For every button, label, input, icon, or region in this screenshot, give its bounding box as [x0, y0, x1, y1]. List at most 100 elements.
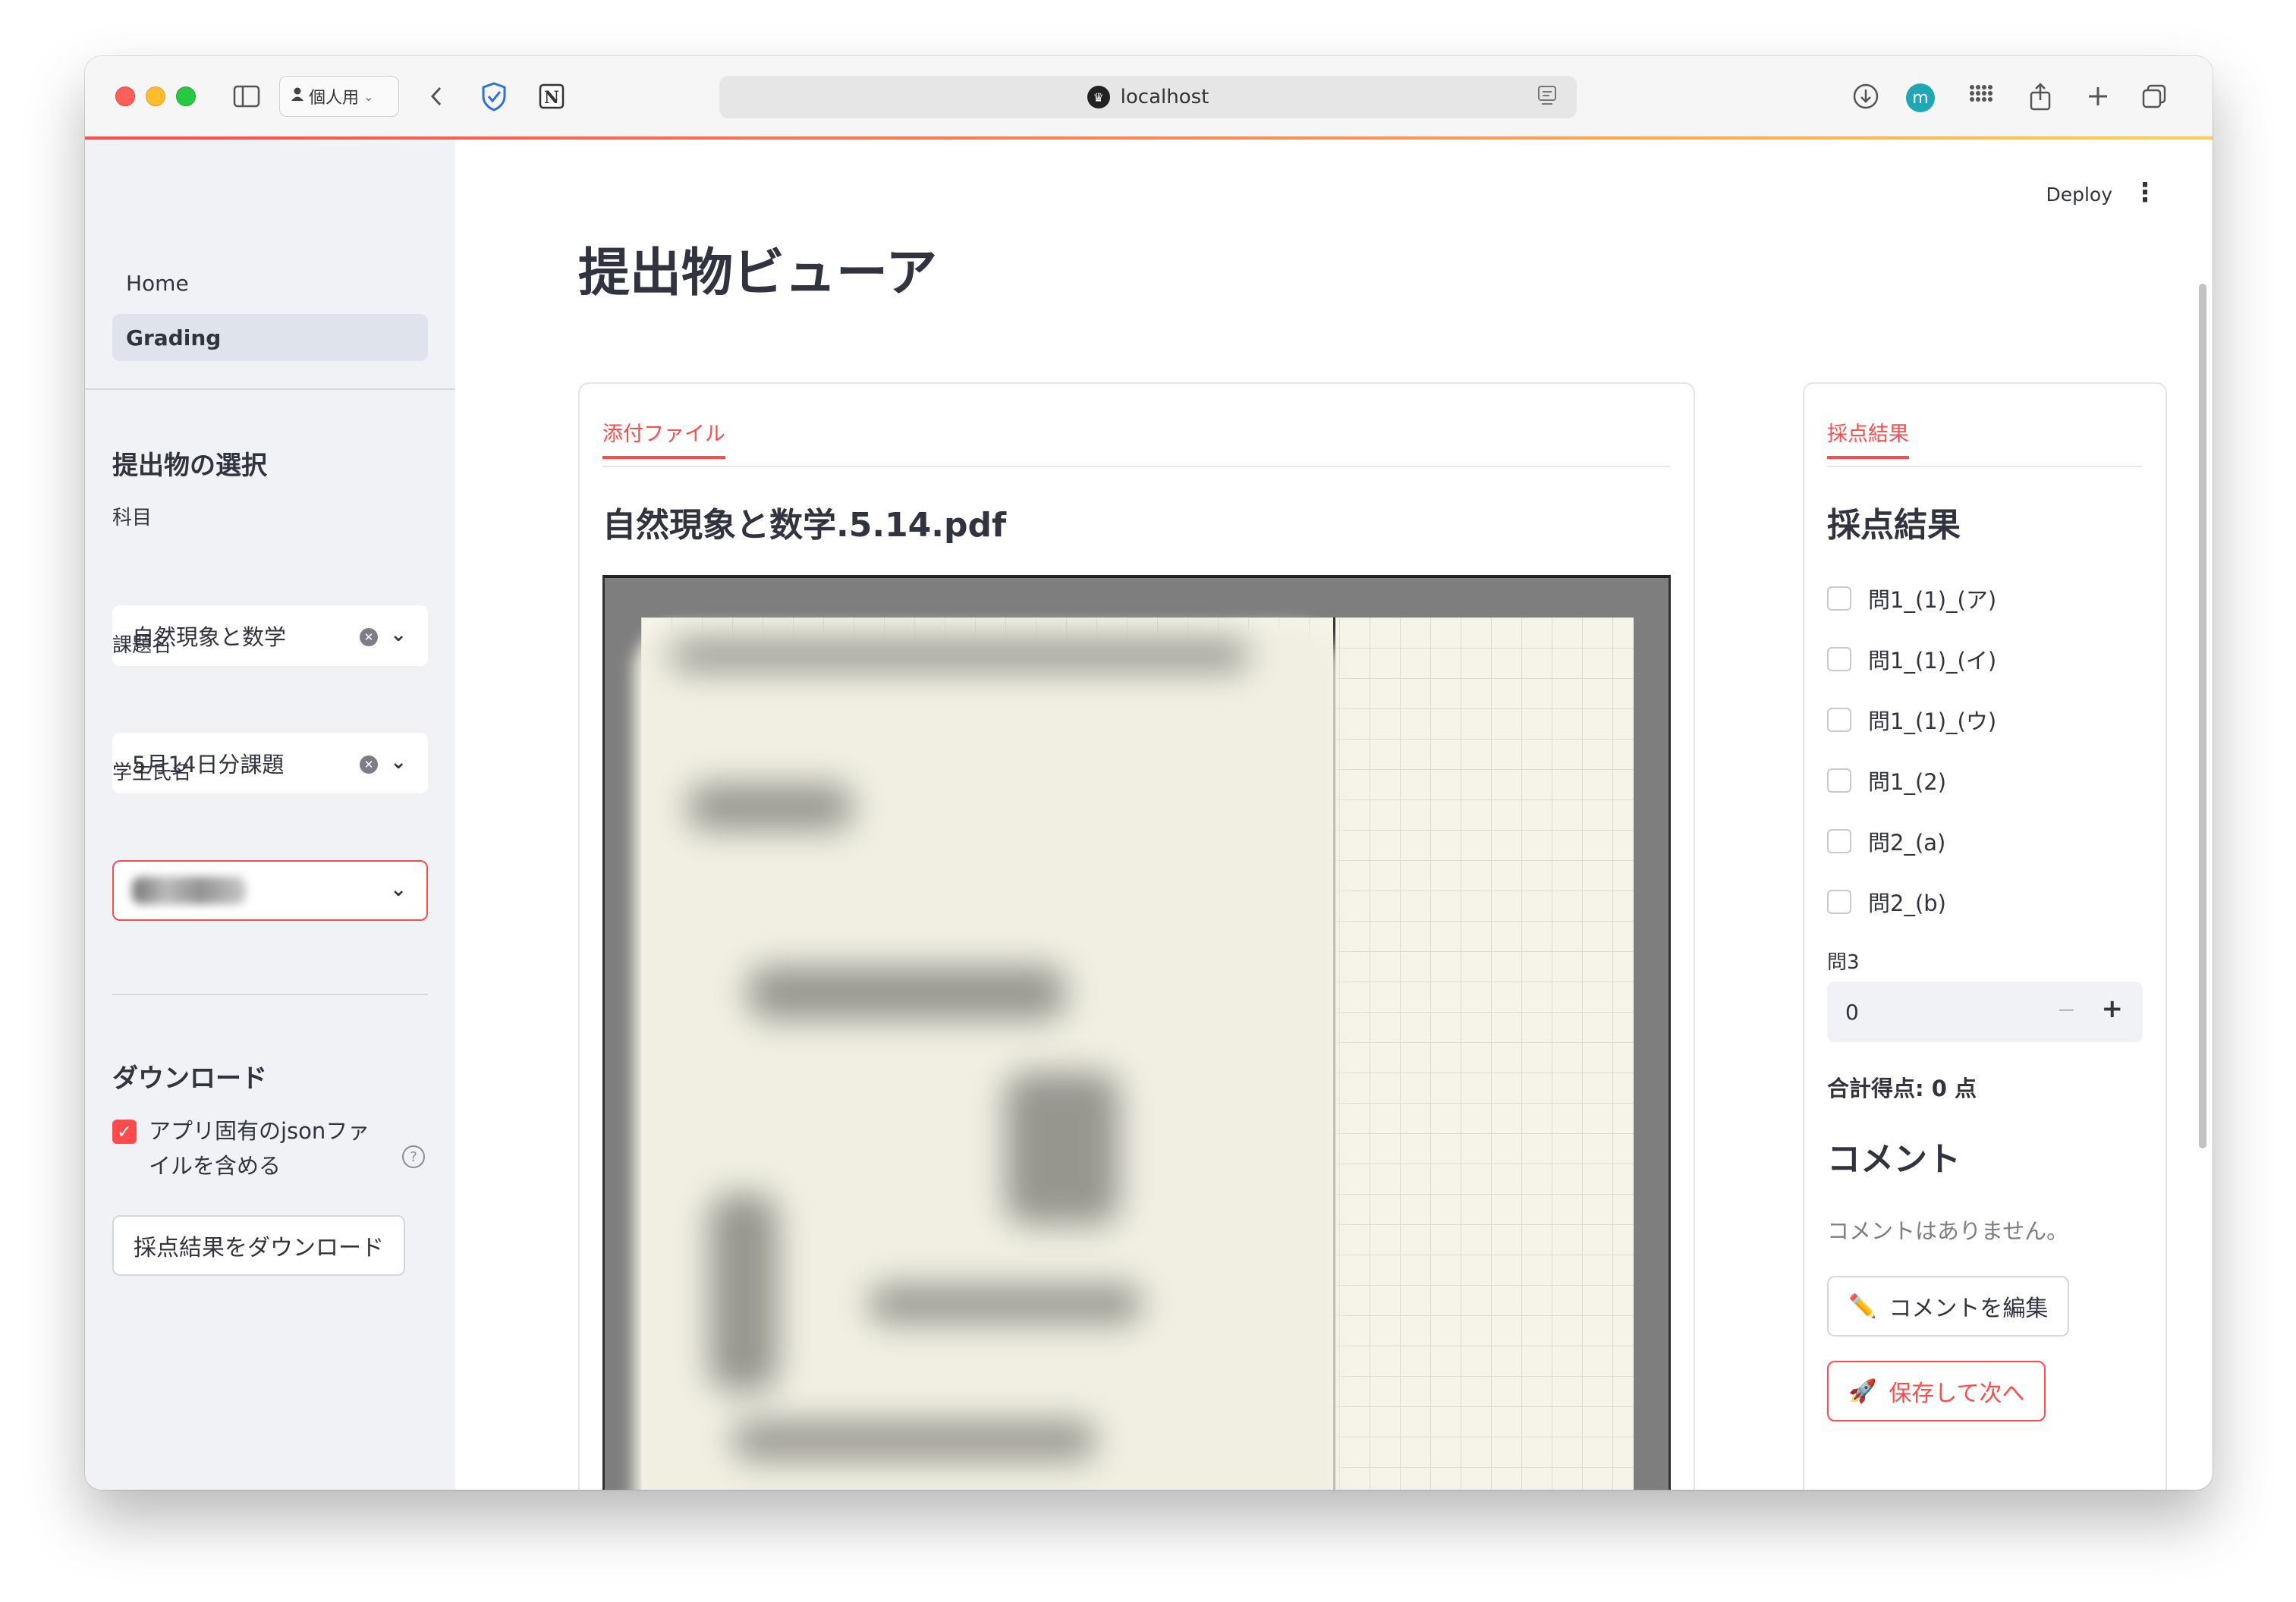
- tab-divider: [1827, 466, 2143, 467]
- increment-button[interactable]: +: [2102, 994, 2124, 1024]
- chevron-down-icon: ⌄: [363, 89, 374, 104]
- tab-grading[interactable]: 採点結果: [1827, 417, 1909, 459]
- sidebar-item-label: Grading: [126, 325, 222, 350]
- address-bar[interactable]: ♛ localhost: [719, 76, 1577, 118]
- blurred-ink: [869, 1285, 1142, 1323]
- edit-comment-label: コメントを編集: [1889, 1296, 2049, 1322]
- student-label: 学生氏名: [112, 762, 192, 784]
- student-select[interactable]: ⌄: [112, 860, 428, 921]
- site-logo-icon: ♛: [1087, 86, 1110, 108]
- more-menu-icon[interactable]: ⋮: [2132, 177, 2158, 208]
- include-json-option[interactable]: ✓ アプリ固有のjsonファイルを含める: [112, 1118, 439, 1183]
- comment-heading: コメント: [1827, 1140, 1961, 1179]
- back-icon[interactable]: [419, 79, 454, 114]
- save-and-next-button[interactable]: 🚀 保存して次へ: [1827, 1361, 2046, 1421]
- sidebar: Home Grading 提出物の選択 科目 自然現象と数学 ✕ ⌄ 課題名 5…: [85, 140, 455, 1490]
- grade-item-label: 問1_(2): [1868, 769, 1947, 795]
- person-icon: [291, 86, 304, 106]
- minimize-window-button[interactable]: [146, 86, 165, 106]
- grade-checkbox[interactable]: [1827, 708, 1851, 732]
- new-tab-icon[interactable]: [2081, 79, 2115, 114]
- selection-heading: 提出物の選択: [112, 451, 267, 481]
- q3-label: 問3: [1827, 951, 1860, 974]
- blurred-ink: [1005, 1073, 1119, 1224]
- blurred-ink: [709, 1194, 778, 1391]
- blurred-ink: [747, 966, 1066, 1019]
- blurred-ink: [672, 640, 1248, 671]
- grade-item[interactable]: 問1_(2): [1827, 765, 1946, 796]
- notion-icon[interactable]: N: [534, 79, 569, 114]
- tab-overview-icon[interactable]: [2137, 79, 2172, 114]
- assignment-label: 課題名: [112, 634, 172, 657]
- grade-item[interactable]: 問1_(1)_(イ): [1827, 643, 1996, 675]
- clear-icon[interactable]: ✕: [360, 755, 378, 774]
- main-content: Deploy ⋮ 提出物ビューア 添付ファイル 自然現象と数学.5.14.pdf: [455, 140, 2213, 1490]
- help-icon[interactable]: ?: [402, 1145, 425, 1168]
- decrement-button[interactable]: −: [2057, 997, 2076, 1023]
- profile-switcher[interactable]: 個人用 ⌄: [279, 76, 399, 117]
- pencil-icon: ✏️: [1848, 1293, 1877, 1320]
- blurred-ink: [732, 1421, 1096, 1459]
- download-results-button[interactable]: 採点結果をダウンロード: [112, 1215, 405, 1276]
- grade-item[interactable]: 問1_(1)_(ア): [1827, 583, 1996, 614]
- pdf-page: [634, 617, 1634, 1490]
- tab-divider: [602, 466, 1671, 467]
- grade-item[interactable]: 問1_(1)_(ウ): [1827, 704, 1996, 736]
- file-name-heading: 自然現象と数学.5.14.pdf: [602, 506, 1007, 545]
- blurred-ink: [687, 784, 854, 830]
- sidebar-divider: [85, 388, 455, 390]
- subject-label: 科目: [112, 507, 153, 529]
- grade-checkbox[interactable]: [1827, 647, 1851, 671]
- save-and-next-label: 保存して次へ: [1889, 1381, 2025, 1407]
- download-results-label: 採点結果をダウンロード: [134, 1235, 384, 1261]
- sidebar-divider: [112, 994, 428, 995]
- profile-label: 個人用: [309, 89, 360, 108]
- grade-item[interactable]: 問2_(a): [1827, 825, 1945, 857]
- zoom-window-button[interactable]: [176, 86, 196, 106]
- svg-text:N: N: [544, 88, 559, 108]
- reader-mode-icon[interactable]: [1537, 85, 1557, 112]
- grading-heading: 採点結果: [1827, 506, 1961, 545]
- browser-toolbar: 個人用 ⌄ N ♛ localhost m: [85, 56, 2213, 137]
- grade-item[interactable]: 問2_(b): [1827, 886, 1946, 918]
- grade-item-label: 問2_(a): [1868, 830, 1946, 856]
- grade-item-label: 問2_(b): [1868, 891, 1946, 916]
- scrollbar[interactable]: [2199, 284, 2206, 1148]
- q3-number-input[interactable]: 0 − +: [1827, 982, 2143, 1042]
- grade-item-label: 問1_(1)_(ウ): [1868, 708, 1997, 734]
- extension-avatar-icon[interactable]: m: [1906, 83, 1935, 112]
- include-json-checkbox[interactable]: ✓: [112, 1120, 137, 1144]
- deploy-button[interactable]: Deploy: [2046, 184, 2112, 206]
- grid-apps-icon[interactable]: [1964, 79, 1999, 114]
- grade-checkbox[interactable]: [1827, 890, 1851, 914]
- grade-item-label: 問1_(1)_(ア): [1868, 587, 1997, 613]
- grade-checkbox[interactable]: [1827, 768, 1851, 793]
- url-text: localhost: [1120, 86, 1209, 108]
- sidebar-toggle-icon[interactable]: [229, 79, 264, 114]
- student-name-redacted: [132, 877, 246, 904]
- grade-checkbox[interactable]: [1827, 829, 1851, 853]
- chevron-down-icon: ⌄: [390, 751, 407, 774]
- sidebar-item-home[interactable]: Home: [112, 259, 428, 306]
- attachment-card: 添付ファイル 自然現象と数学.5.14.pdf: [578, 382, 1695, 1490]
- chevron-down-icon: ⌄: [390, 624, 407, 646]
- edit-comment-button[interactable]: ✏️ コメントを編集: [1827, 1276, 2070, 1337]
- no-comment-text: コメントはありません。: [1827, 1218, 2069, 1244]
- clear-icon[interactable]: ✕: [360, 628, 378, 646]
- sidebar-item-grading[interactable]: Grading: [112, 314, 428, 361]
- total-score: 合計得点: 0 点: [1827, 1076, 1977, 1101]
- close-window-button[interactable]: [115, 86, 135, 106]
- sidebar-item-label: Home: [126, 270, 189, 296]
- rocket-icon: 🚀: [1848, 1377, 1877, 1405]
- share-icon[interactable]: [2023, 79, 2058, 114]
- browser-window: 個人用 ⌄ N ♛ localhost m Home Grading 提出物の選…: [85, 56, 2213, 1490]
- tab-attachment[interactable]: 添付ファイル: [602, 417, 725, 459]
- page-title: 提出物ビューア: [578, 243, 938, 303]
- grade-item-label: 問1_(1)_(イ): [1868, 648, 1997, 674]
- chevron-down-icon: ⌄: [390, 878, 407, 901]
- pdf-viewer[interactable]: [602, 575, 1671, 1490]
- shield-check-icon[interactable]: [476, 79, 511, 114]
- grade-checkbox[interactable]: [1827, 586, 1851, 611]
- include-json-label: アプリ固有のjsonファイルを含める: [149, 1118, 370, 1179]
- download-icon[interactable]: [1848, 79, 1883, 114]
